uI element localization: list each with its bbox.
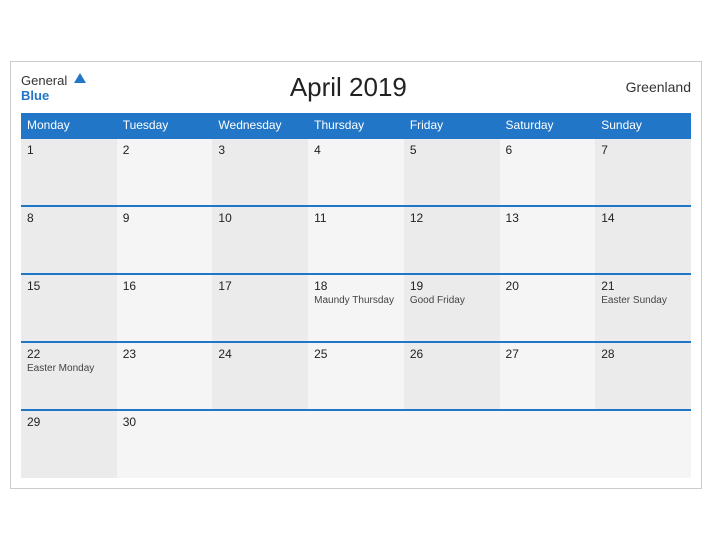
- calendar-day-cell: 10: [212, 206, 308, 274]
- day-event: Good Friday: [410, 295, 494, 306]
- day-number: 20: [506, 279, 590, 293]
- calendar-day-cell: 8: [21, 206, 117, 274]
- calendar-header: General Blue April 2019 Greenland: [21, 72, 691, 104]
- day-number: 19: [410, 279, 494, 293]
- day-number: 26: [410, 347, 494, 361]
- calendar-day-cell: 30: [117, 410, 213, 478]
- calendar-day-cell: [212, 410, 308, 478]
- logo-general-text: General: [21, 73, 67, 88]
- day-number: 2: [123, 143, 207, 157]
- calendar-week-row: 89 10 11 12 13 14: [21, 206, 691, 274]
- col-thursday: Thursday: [308, 113, 404, 138]
- calendar-day-cell: 19 Good Friday: [404, 274, 500, 342]
- calendar-day-cell: 13: [500, 206, 596, 274]
- calendar-day-cell: 17: [212, 274, 308, 342]
- calendar-day-cell: 24: [212, 342, 308, 410]
- calendar-day-cell: 1: [21, 138, 117, 206]
- logo: General Blue: [21, 72, 86, 104]
- calendar-day-cell: 14: [595, 206, 691, 274]
- day-event: Easter Sunday: [601, 295, 685, 306]
- day-number: 21: [601, 279, 685, 293]
- calendar-day-cell: 18 Maundy Thursday: [308, 274, 404, 342]
- calendar-grid: Monday Tuesday Wednesday Thursday Friday…: [21, 113, 691, 478]
- day-number: 23: [123, 347, 207, 361]
- day-number: 5: [410, 143, 494, 157]
- day-number: 27: [506, 347, 590, 361]
- calendar-day-cell: 23: [117, 342, 213, 410]
- calendar-day-cell: 25: [308, 342, 404, 410]
- calendar-day-cell: 12: [404, 206, 500, 274]
- calendar-day-cell: 11: [308, 206, 404, 274]
- day-number: 1: [27, 143, 111, 157]
- calendar-container: General Blue April 2019 Greenland Monday…: [10, 61, 702, 490]
- col-saturday: Saturday: [500, 113, 596, 138]
- calendar-day-cell: 16: [117, 274, 213, 342]
- day-number: 4: [314, 143, 398, 157]
- day-number: 30: [123, 415, 207, 429]
- day-event: Easter Monday: [27, 363, 111, 374]
- calendar-day-cell: 15: [21, 274, 117, 342]
- day-number: 29: [27, 415, 111, 429]
- logo-blue-text: Blue: [21, 89, 86, 103]
- calendar-day-cell: 28: [595, 342, 691, 410]
- day-number: 28: [601, 347, 685, 361]
- logo-triangle-icon: [74, 73, 86, 83]
- day-number: 24: [218, 347, 302, 361]
- col-sunday: Sunday: [595, 113, 691, 138]
- day-number: 6: [506, 143, 590, 157]
- col-friday: Friday: [404, 113, 500, 138]
- calendar-day-cell: 9: [117, 206, 213, 274]
- logo-general: General: [21, 72, 86, 90]
- day-number: 7: [601, 143, 685, 157]
- calendar-day-cell: 29: [21, 410, 117, 478]
- day-number: 9: [123, 211, 207, 225]
- day-number: 16: [123, 279, 207, 293]
- col-tuesday: Tuesday: [117, 113, 213, 138]
- calendar-week-row: 29 30: [21, 410, 691, 478]
- calendar-header-row: Monday Tuesday Wednesday Thursday Friday…: [21, 113, 691, 138]
- calendar-day-cell: 6: [500, 138, 596, 206]
- calendar-day-cell: 21 Easter Sunday: [595, 274, 691, 342]
- calendar-day-cell: [308, 410, 404, 478]
- calendar-day-cell: 2: [117, 138, 213, 206]
- day-event: Maundy Thursday: [314, 295, 398, 306]
- calendar-day-cell: 3: [212, 138, 308, 206]
- day-number: 8: [27, 211, 111, 225]
- calendar-day-cell: [404, 410, 500, 478]
- day-number: 14: [601, 211, 685, 225]
- day-number: 22: [27, 347, 111, 361]
- calendar-week-row: 15 16 17 18 Maundy Thursday 19 Good Friday 20 21…: [21, 274, 691, 342]
- calendar-region: Greenland: [611, 79, 691, 95]
- day-number: 11: [314, 211, 398, 225]
- calendar-day-cell: [500, 410, 596, 478]
- calendar-title: April 2019: [86, 72, 611, 103]
- day-number: 25: [314, 347, 398, 361]
- col-wednesday: Wednesday: [212, 113, 308, 138]
- col-monday: Monday: [21, 113, 117, 138]
- day-number: 17: [218, 279, 302, 293]
- calendar-day-cell: 4: [308, 138, 404, 206]
- calendar-day-cell: 27: [500, 342, 596, 410]
- day-number: 15: [27, 279, 111, 293]
- calendar-day-cell: 22 Easter Monday: [21, 342, 117, 410]
- day-number: 13: [506, 211, 590, 225]
- calendar-day-cell: 7: [595, 138, 691, 206]
- calendar-day-cell: [595, 410, 691, 478]
- day-number: 12: [410, 211, 494, 225]
- calendar-week-row: 1234567: [21, 138, 691, 206]
- calendar-day-cell: 26: [404, 342, 500, 410]
- day-number: 10: [218, 211, 302, 225]
- calendar-day-cell: 20: [500, 274, 596, 342]
- calendar-week-row: 22 Easter Monday 23 24 25 26 27 28: [21, 342, 691, 410]
- day-number: 3: [218, 143, 302, 157]
- calendar-day-cell: 5: [404, 138, 500, 206]
- day-number: 18: [314, 279, 398, 293]
